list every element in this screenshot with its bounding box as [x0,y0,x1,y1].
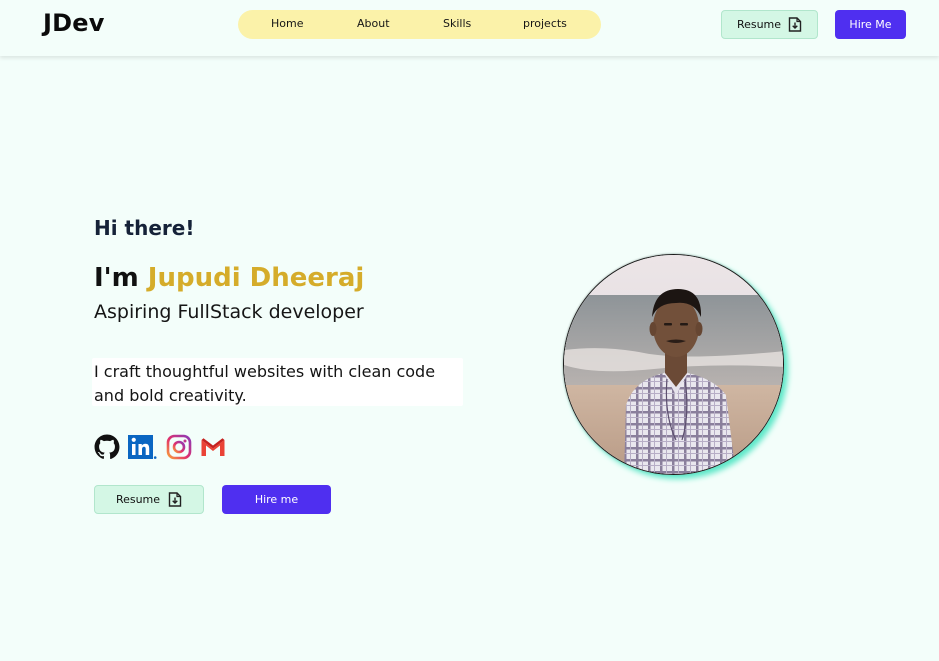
nav-link-home[interactable]: Home [271,17,303,30]
role-subtitle: Aspiring FullStack developer [94,301,364,323]
download-file-icon [168,492,182,507]
intro-heading: I'm Jupudi Dheeraj [94,263,364,293]
profile-photo [563,254,784,475]
resume-button-label: Resume [736,18,782,31]
intro-prefix: I'm [94,263,148,293]
linkedin-icon[interactable] [128,434,158,460]
nav-link-projects[interactable]: projects [523,17,567,30]
gmail-icon[interactable] [200,434,226,460]
instagram-icon[interactable] [166,434,192,460]
hero-resume-button[interactable]: Resume [94,485,204,514]
nav-pill: Home About Skills projects [238,10,601,39]
greeting: Hi there! [94,216,195,240]
description-text: I craft thoughtful websites with clean c… [94,362,436,405]
download-file-icon [788,17,802,32]
header-hire-me-button[interactable]: Hire Me [835,10,906,39]
portfolio-page: JDev Home About Skills projects Resume H… [0,0,939,661]
resume-button-label: Resume [115,493,161,506]
header-resume-button[interactable]: Resume [721,10,818,39]
github-icon[interactable] [94,434,120,460]
hero-hire-me-button[interactable]: Hire me [222,485,331,514]
site-logo[interactable]: JDev [43,9,105,37]
nav-link-skills[interactable]: Skills [443,17,471,30]
person-name: Jupudi Dheeraj [147,263,365,293]
nav-link-about[interactable]: About [357,17,390,30]
top-navbar: JDev Home About Skills projects Resume H… [0,0,939,56]
